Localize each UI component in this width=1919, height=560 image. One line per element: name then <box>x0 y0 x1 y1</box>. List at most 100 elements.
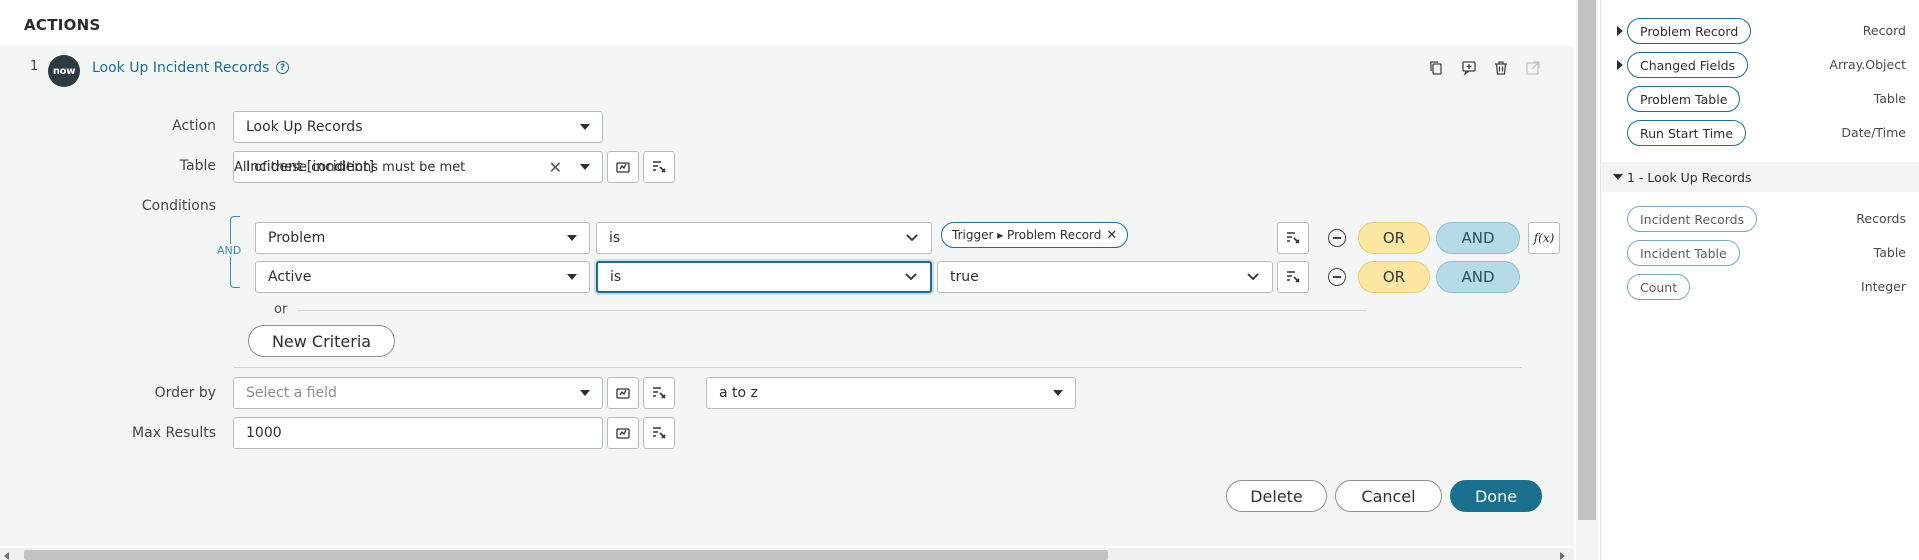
max-results-value: 1000 <box>246 425 282 441</box>
data-pill[interactable]: Changed Fields <box>1627 52 1749 78</box>
data-pill-row[interactable]: Changed Fields Array.Object <box>1601 48 1919 82</box>
done-button[interactable]: Done <box>1450 480 1542 512</box>
scroll-left-arrow-icon[interactable] <box>4 552 9 560</box>
section-divider <box>234 367 1522 368</box>
data-pill-row[interactable]: Count Integer <box>1601 270 1919 304</box>
condition-1-operator-select[interactable]: is <box>596 222 932 254</box>
step-section-label: 1 - Look Up Records <box>1627 170 1752 185</box>
data-pill-type: Integer <box>1861 279 1906 294</box>
table-label: Table <box>179 158 216 174</box>
remove-pill-icon[interactable]: ✕ <box>1106 228 1117 243</box>
data-pill-type: Table <box>1873 91 1906 106</box>
step-title[interactable]: Look Up Incident Records <box>92 60 269 76</box>
condition-2-data-pill-picker-button[interactable] <box>1277 261 1309 293</box>
data-pill-type: Array.Object <box>1829 57 1906 72</box>
expand-triangle-icon[interactable] <box>1617 60 1623 70</box>
order-by-select[interactable]: Select a field <box>233 377 603 409</box>
data-pill-picker-icon <box>653 387 666 399</box>
chevron-down-icon <box>905 231 919 245</box>
data-pill[interactable]: Count <box>1627 274 1691 300</box>
caret-down-icon <box>567 274 577 280</box>
clear-icon[interactable]: ✕ <box>549 158 562 177</box>
order-by-placeholder: Select a field <box>246 385 337 401</box>
caret-down-icon <box>580 390 590 396</box>
conditions-label: Conditions <box>141 198 216 214</box>
data-pill-picker-icon <box>653 161 666 173</box>
remove-condition-icon[interactable] <box>1328 268 1346 286</box>
condition-1-or-button[interactable]: OR <box>1358 222 1430 254</box>
scroll-right-arrow-icon[interactable] <box>1560 552 1565 560</box>
action-label: Action <box>172 118 216 134</box>
new-criteria-button[interactable]: New Criteria <box>248 325 395 357</box>
data-pill-row[interactable]: Problem Table Table <box>1601 82 1919 116</box>
condition-2-and-button[interactable]: AND <box>1436 261 1520 293</box>
order-direction-value: a to z <box>719 385 758 401</box>
data-pill-row[interactable]: Incident Table Table <box>1601 236 1919 270</box>
data-pill[interactable]: Incident Records <box>1627 206 1758 232</box>
data-pill-type: Date/Time <box>1841 125 1906 140</box>
or-divider <box>298 310 1366 311</box>
order-by-data-pill-picker-button[interactable] <box>643 377 675 409</box>
order-by-label: Order by <box>154 385 216 401</box>
collapse-triangle-icon[interactable] <box>1613 174 1623 180</box>
horizontal-scroll-thumb[interactable] <box>24 550 1108 560</box>
data-pill-type: Records <box>1856 211 1906 226</box>
condition-operator-value: is <box>609 230 621 246</box>
dot-walk-icon <box>616 388 630 399</box>
condition-1-value-pill[interactable]: Trigger ▸ Problem Record ✕ <box>941 222 1129 248</box>
expand-triangle-icon[interactable] <box>1617 26 1623 36</box>
data-pill[interactable]: Incident Table <box>1627 240 1740 266</box>
dot-walk-button[interactable] <box>607 151 639 183</box>
condition-2-value-select[interactable]: true <box>937 261 1273 293</box>
condition-field-value: Active <box>268 269 312 285</box>
delete-button[interactable]: Delete <box>1226 480 1327 512</box>
data-pill[interactable]: Problem Record <box>1627 18 1752 44</box>
condition-field-value: Problem <box>268 230 326 246</box>
remove-condition-icon[interactable] <box>1328 229 1346 247</box>
vertical-scroll-thumb[interactable] <box>1578 0 1596 520</box>
data-pill-row[interactable]: Run Start Time Date/Time <box>1601 116 1919 150</box>
condition-2-field-select[interactable]: Active <box>255 261 590 293</box>
data-pill-picker-icon <box>1287 232 1300 244</box>
data-pill-label: Trigger ▸ Problem Record <box>952 228 1102 242</box>
dot-walk-icon <box>616 428 630 439</box>
data-pill-picker-button[interactable] <box>643 151 675 183</box>
chevron-down-icon <box>904 270 918 284</box>
action-select[interactable]: Look Up Records <box>233 111 603 143</box>
delete-icon[interactable] <box>1491 58 1511 78</box>
copy-icon[interactable] <box>1426 58 1446 78</box>
add-comment-icon[interactable] <box>1459 58 1479 78</box>
data-pill-row[interactable]: Incident Records Records <box>1601 202 1919 236</box>
caret-down-icon <box>567 235 577 241</box>
help-icon[interactable]: ? <box>276 61 289 74</box>
data-pill-row[interactable]: Problem Record Record <box>1601 14 1919 48</box>
condition-2-or-button[interactable]: OR <box>1358 261 1430 293</box>
caret-down-icon <box>580 124 590 130</box>
max-results-input[interactable]: 1000 <box>233 417 603 449</box>
caret-down-icon <box>1053 390 1063 396</box>
order-by-dot-walk-button[interactable] <box>607 377 639 409</box>
max-results-label: Max Results <box>132 425 216 441</box>
data-pill[interactable]: Problem Table <box>1627 86 1741 112</box>
dot-walk-icon <box>616 162 630 173</box>
order-direction-select[interactable]: a to z <box>706 377 1076 409</box>
conditions-description: All of these conditions must be met <box>234 160 466 175</box>
now-logo-icon: now <box>48 55 80 87</box>
inline-script-button[interactable]: f(x) <box>1528 222 1560 254</box>
action-editor-panel: ACTIONS 1 now Look Up Incident Records ?… <box>0 0 1574 560</box>
data-pill-type: Table <box>1873 245 1906 260</box>
condition-1-and-button[interactable]: AND <box>1436 222 1520 254</box>
chevron-down-icon <box>1246 270 1260 284</box>
data-pill[interactable]: Run Start Time <box>1627 120 1747 146</box>
or-separator-label: or <box>274 302 288 317</box>
max-results-dot-walk-button[interactable] <box>607 417 639 449</box>
data-pill-picker-icon <box>1287 271 1300 283</box>
cancel-button[interactable]: Cancel <box>1335 480 1442 512</box>
caret-down-icon <box>580 164 590 170</box>
condition-1-data-pill-picker-button[interactable] <box>1277 222 1309 254</box>
condition-1-field-select[interactable]: Problem <box>255 222 590 254</box>
open-external-icon <box>1523 58 1543 78</box>
max-results-data-pill-picker-button[interactable] <box>643 417 675 449</box>
and-connector-label[interactable]: AND <box>216 244 243 257</box>
condition-2-operator-select[interactable]: is <box>596 261 932 293</box>
